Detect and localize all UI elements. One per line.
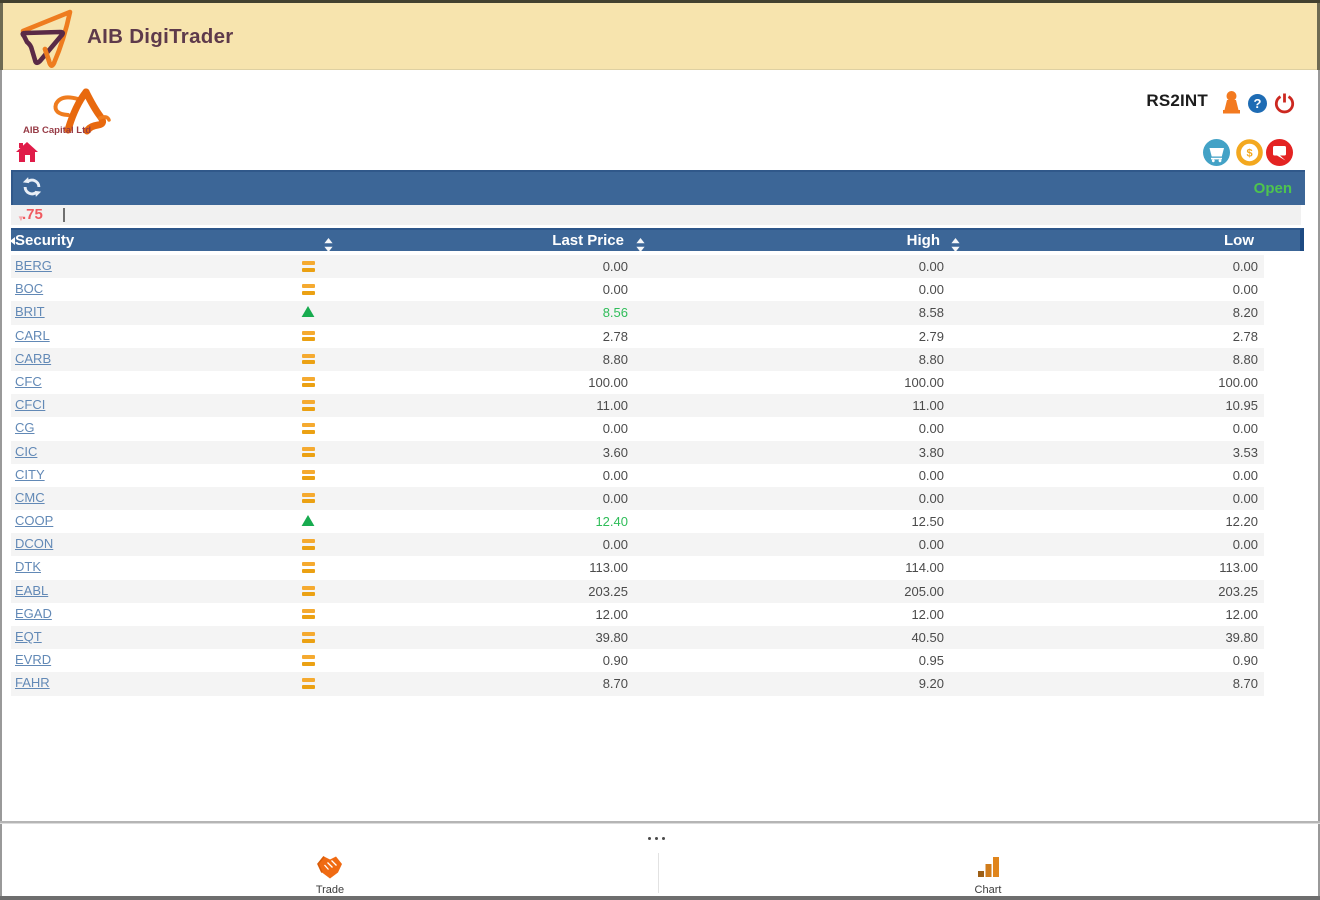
svg-text:$: $ bbox=[1246, 148, 1252, 160]
svg-text:AIB Capital Ltd: AIB Capital Ltd bbox=[23, 125, 91, 136]
